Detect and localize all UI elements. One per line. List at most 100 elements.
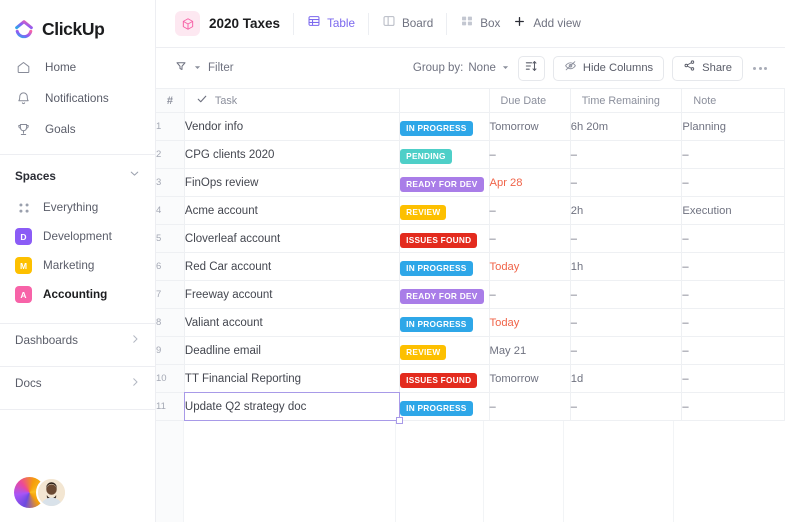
cell-time-remaining[interactable]: 1h [570, 253, 682, 281]
cell-time-remaining[interactable]: 1d [570, 365, 682, 393]
cell-task-name[interactable]: Deadline email [184, 337, 399, 365]
cell-status[interactable]: IN PROGRESS [400, 113, 489, 141]
column-header-num[interactable]: # [156, 89, 184, 113]
sidebar-item-dashboards[interactable]: Dashboards [0, 324, 155, 357]
table-row[interactable]: 7Freeway accountREADY FOR DEV––– [156, 281, 785, 309]
sidebar-item-docs[interactable]: Docs [0, 367, 155, 400]
cell-note[interactable]: – [682, 141, 785, 169]
cell-due-date[interactable]: Apr 28 [489, 169, 570, 197]
more-options-button[interactable] [751, 63, 769, 74]
sidebar-item-marketing[interactable]: M Marketing [0, 251, 155, 280]
cell-due-date[interactable]: – [489, 281, 570, 309]
column-header-task[interactable]: Task [184, 89, 399, 113]
cell-due-date[interactable]: – [489, 197, 570, 225]
sidebar-item-home[interactable]: Home [0, 52, 155, 83]
cell-time-remaining[interactable]: – [570, 337, 682, 365]
table-row[interactable]: 4Acme accountREVIEW–2hExecution [156, 197, 785, 225]
status-badge: IN PROGRESS [400, 261, 472, 276]
cell-note[interactable]: Planning [682, 113, 785, 141]
cell-time-remaining[interactable]: – [570, 141, 682, 169]
cell-note[interactable]: – [682, 169, 785, 197]
cell-time-remaining[interactable]: – [570, 281, 682, 309]
cell-task-name[interactable]: Update Q2 strategy doc [184, 393, 399, 421]
hide-columns-button[interactable]: Hide Columns [553, 56, 664, 81]
table-row[interactable]: 8Valiant accountIN PROGRESSToday–– [156, 309, 785, 337]
cell-due-date[interactable]: May 21 [489, 337, 570, 365]
cell-time-remaining[interactable]: – [570, 393, 682, 421]
cell-time-remaining[interactable]: – [570, 309, 682, 337]
app-logo[interactable]: ClickUp [0, 0, 155, 44]
row-number: 6 [156, 253, 184, 281]
cell-task-name[interactable]: Vendor info [184, 113, 399, 141]
cell-status[interactable]: READY FOR DEV [400, 169, 489, 197]
user-avatar[interactable] [36, 477, 67, 508]
cell-status[interactable]: ISSUES FOUND [400, 225, 489, 253]
cell-note[interactable]: – [682, 393, 785, 421]
table-row[interactable]: 10TT Financial ReportingISSUES FOUNDTomo… [156, 365, 785, 393]
cell-status[interactable]: REVIEW [400, 337, 489, 365]
sidebar-item-development[interactable]: D Development [0, 222, 155, 251]
tab-board[interactable]: Board [382, 14, 433, 33]
cell-task-name[interactable]: FinOps review [184, 169, 399, 197]
table-row[interactable]: 6Red Car accountIN PROGRESS Today1h– [156, 253, 785, 281]
cell-status[interactable]: REVIEW [400, 197, 489, 225]
cell-due-date[interactable]: Today [489, 253, 570, 281]
cell-note[interactable]: – [682, 225, 785, 253]
table-row[interactable]: 3FinOps reviewREADY FOR DEVApr 28–– [156, 169, 785, 197]
add-view-button[interactable]: Add view [513, 15, 580, 33]
spaces-header[interactable]: Spaces [0, 159, 155, 193]
cell-status[interactable]: READY FOR DEV [400, 281, 489, 309]
cell-time-remaining[interactable]: 6h 20m [570, 113, 682, 141]
column-header-note[interactable]: Note [682, 89, 785, 113]
table-row[interactable]: 11Update Q2 strategy docIN PROGRESS––– [156, 393, 785, 421]
chevron-down-icon[interactable] [128, 167, 141, 185]
column-header-label: Task [215, 95, 237, 107]
cell-task-name[interactable]: CPG clients 2020 [184, 141, 399, 169]
tab-table[interactable]: Table [307, 14, 355, 33]
cell-note[interactable]: – [682, 281, 785, 309]
share-button[interactable]: Share [672, 56, 743, 81]
cell-task-name[interactable]: Acme account [184, 197, 399, 225]
table-row[interactable]: 1Vendor infoIN PROGRESSTomorrow6h 20mPla… [156, 113, 785, 141]
cell-status[interactable]: IN PROGRESS [400, 253, 489, 281]
cell-status[interactable]: PENDING [400, 141, 489, 169]
cell-due-date[interactable]: Today [489, 309, 570, 337]
cell-note[interactable]: – [682, 309, 785, 337]
cell-due-date[interactable]: – [489, 393, 570, 421]
cell-task-name[interactable]: Freeway account [184, 281, 399, 309]
table-row[interactable]: 5Cloverleaf accountISSUES FOUND––– [156, 225, 785, 253]
cell-status[interactable]: IN PROGRESS [400, 393, 489, 421]
sidebar-item-goals[interactable]: Goals [0, 114, 155, 145]
sidebar-item-accounting[interactable]: A Accounting [0, 280, 155, 309]
cell-task-name[interactable]: TT Financial Reporting [184, 365, 399, 393]
cell-due-date[interactable]: – [489, 225, 570, 253]
cell-status[interactable]: IN PROGRESS [400, 309, 489, 337]
cell-due-date[interactable]: Tomorrow [489, 365, 570, 393]
table-row[interactable]: 9Deadline emailREVIEWMay 21–– [156, 337, 785, 365]
user-avatars[interactable] [14, 477, 67, 508]
column-header-time-remaining[interactable]: Time Remaining [570, 89, 682, 113]
group-by-control[interactable]: Group by: None [413, 59, 510, 77]
column-header-status[interactable] [400, 89, 489, 113]
table-row[interactable]: 2CPG clients 2020PENDING––– [156, 141, 785, 169]
cell-time-remaining[interactable]: – [570, 225, 682, 253]
cell-note[interactable]: – [682, 337, 785, 365]
cell-note[interactable]: Execution [682, 197, 785, 225]
cell-time-remaining[interactable]: 2h [570, 197, 682, 225]
sidebar-item-everything[interactable]: Everything [0, 193, 155, 222]
cell-status[interactable]: ISSUES FOUND [400, 365, 489, 393]
cell-note[interactable]: – [682, 365, 785, 393]
column-header-due-date[interactable]: Due Date [489, 89, 570, 113]
sidebar-item-notifications[interactable]: Notifications [0, 83, 155, 114]
cell-due-date[interactable]: – [489, 141, 570, 169]
cell-task-name[interactable]: Valiant account [184, 309, 399, 337]
table-icon [307, 14, 321, 33]
cell-time-remaining[interactable]: – [570, 169, 682, 197]
cell-note[interactable]: – [682, 253, 785, 281]
filter-button[interactable]: Filter [175, 59, 234, 77]
sort-button[interactable] [518, 56, 545, 81]
cell-task-name[interactable]: Red Car account [184, 253, 399, 281]
tab-box[interactable]: Box [460, 14, 500, 33]
cell-task-name[interactable]: Cloverleaf account [184, 225, 399, 253]
cell-due-date[interactable]: Tomorrow [489, 113, 570, 141]
